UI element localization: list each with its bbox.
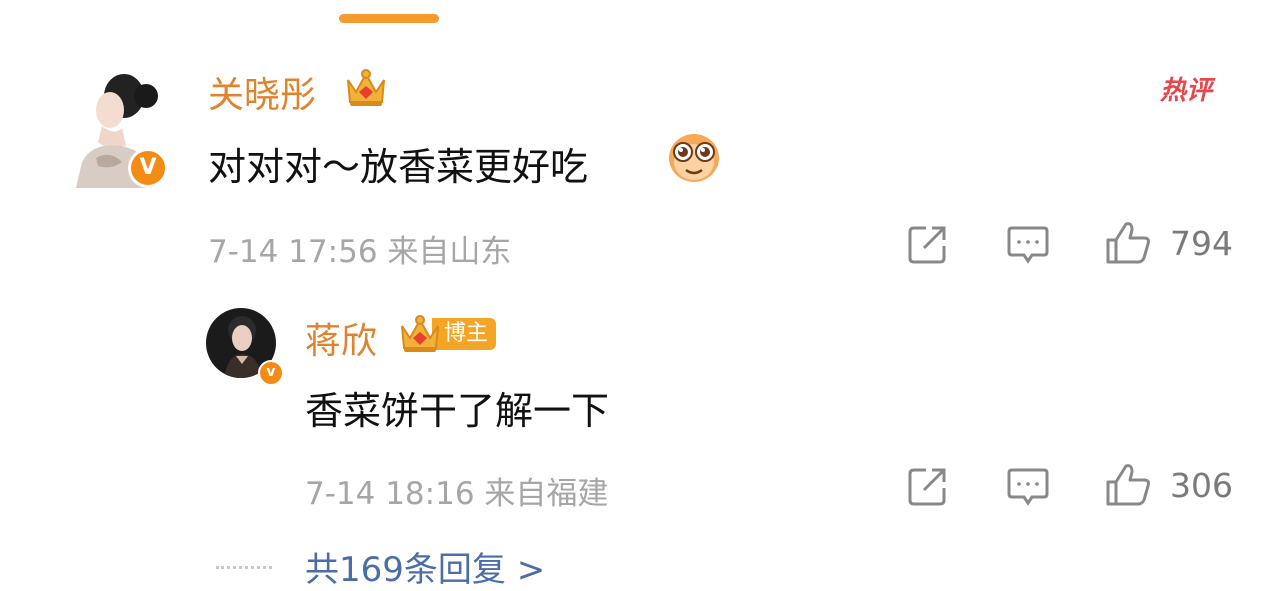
like-count: 794 bbox=[1170, 224, 1233, 263]
hot-comment-tag: 热评 bbox=[1160, 76, 1213, 106]
like-icon[interactable] bbox=[1104, 462, 1152, 512]
crown-icon bbox=[344, 66, 388, 114]
share-icon[interactable] bbox=[906, 464, 950, 512]
share-icon[interactable] bbox=[906, 222, 950, 270]
like-count: 306 bbox=[1170, 466, 1233, 505]
reply-text: 香菜饼干了解一下 bbox=[305, 389, 610, 433]
reply-location: 来自福建 bbox=[484, 476, 609, 512]
reply-avatar[interactable]: v bbox=[206, 308, 284, 386]
active-tab-indicator bbox=[339, 14, 439, 23]
comment-location: 来自山东 bbox=[387, 234, 512, 270]
comment-username[interactable]: 关晓彤 bbox=[208, 66, 316, 118]
comment-icon[interactable] bbox=[1006, 224, 1050, 270]
divider-dots bbox=[216, 566, 272, 569]
reply-username[interactable]: 蒋欣 bbox=[305, 312, 377, 364]
like-icon[interactable] bbox=[1104, 220, 1152, 270]
verified-badge: V bbox=[128, 148, 168, 188]
star-eyes-emoji-icon bbox=[666, 128, 722, 190]
comment-icon[interactable] bbox=[1006, 466, 1050, 512]
avatar[interactable]: V bbox=[62, 66, 168, 188]
comment-meta: 7-14 17:56 来自山东 bbox=[208, 226, 511, 271]
comment-time: 7-14 17:56 bbox=[208, 234, 378, 270]
comment-text: 对对对～放香菜更好吃 bbox=[208, 145, 589, 189]
reply-verified-badge: v bbox=[258, 360, 284, 386]
crown-icon bbox=[398, 312, 442, 360]
reply-time: 7-14 18:16 bbox=[305, 476, 475, 512]
view-more-replies-link[interactable]: 共169条回复 > bbox=[305, 542, 545, 591]
reply-meta: 7-14 18:16 来自福建 bbox=[305, 468, 608, 513]
